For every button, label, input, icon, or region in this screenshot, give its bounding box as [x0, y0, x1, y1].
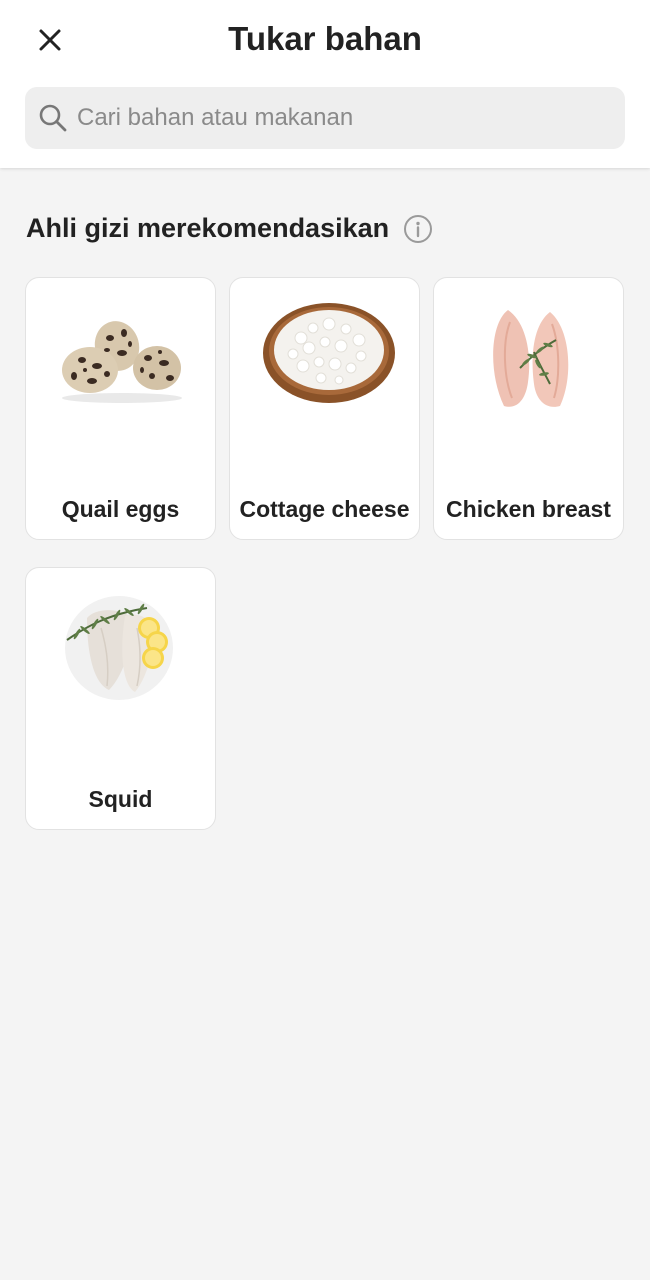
header: Tukar bahan [0, 0, 650, 168]
cottage-cheese-image [230, 288, 421, 428]
ingredient-name: Squid [88, 786, 153, 812]
section-title: Ahli gizi merekomendasikan [26, 213, 390, 243]
squid-image [26, 578, 217, 718]
ingredient-card-squid[interactable]: Squid [25, 567, 216, 830]
search-bar[interactable] [25, 87, 625, 149]
search-input[interactable] [77, 104, 597, 132]
chicken-breast-image [434, 288, 625, 428]
info-icon[interactable] [403, 214, 433, 244]
page-title: Tukar bahan [228, 20, 422, 57]
ingredient-grid: Quail eggs Cottage cheese Chicken breast… [25, 277, 625, 830]
ingredient-card-quail-eggs[interactable]: Quail eggs [25, 277, 216, 540]
quail-eggs-image [26, 288, 217, 428]
ingredient-name: Quail eggs [61, 496, 180, 522]
ingredient-card-chicken-breast[interactable]: Chicken breast [433, 277, 624, 540]
ingredient-card-cottage-cheese[interactable]: Cottage cheese [229, 277, 420, 540]
ingredient-name: Cottage cheese [239, 496, 410, 522]
section-header: Ahli gizi merekomendasikan [26, 213, 433, 244]
search-icon [37, 102, 69, 134]
ingredient-name: Chicken breast [446, 496, 611, 522]
